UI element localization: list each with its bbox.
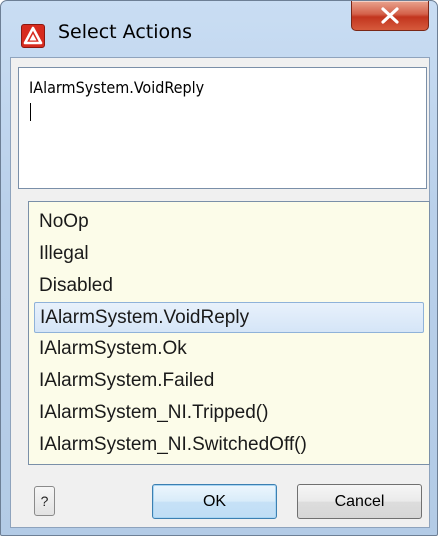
ok-button[interactable]: OK [152,484,277,519]
list-item[interactable]: IAlarmSystem_NI.Tripped() [34,398,424,429]
select-actions-dialog: Select Actions IAlarmSystem.VoidReply No… [0,0,438,536]
list-item[interactable]: IAlarmSystem.Ok [34,334,424,365]
list-item[interactable]: IAlarmSystem.Failed [34,366,424,397]
window-title: Select Actions [58,21,193,43]
actions-list[interactable]: NoOp Illegal Disabled IAlarmSystem.VoidR… [28,201,430,465]
action-text-value: IAlarmSystem.VoidReply [29,78,205,97]
list-item[interactable]: NoOp [34,207,424,238]
app-logo-icon [21,24,45,48]
list-item[interactable]: Illegal [34,239,424,270]
action-text-area[interactable]: IAlarmSystem.VoidReply [18,67,427,189]
title-bar[interactable]: Select Actions [1,1,437,61]
close-icon [381,7,399,24]
text-caret [30,103,31,121]
list-item-selected[interactable]: IAlarmSystem.VoidReply [34,302,424,333]
cancel-button[interactable]: Cancel [297,484,422,519]
list-item[interactable]: Disabled [34,271,424,302]
help-button[interactable]: ? [34,486,55,516]
list-item[interactable]: IAlarmSystem_NI.SwitchedOff() [34,430,424,461]
close-button[interactable] [351,1,429,31]
